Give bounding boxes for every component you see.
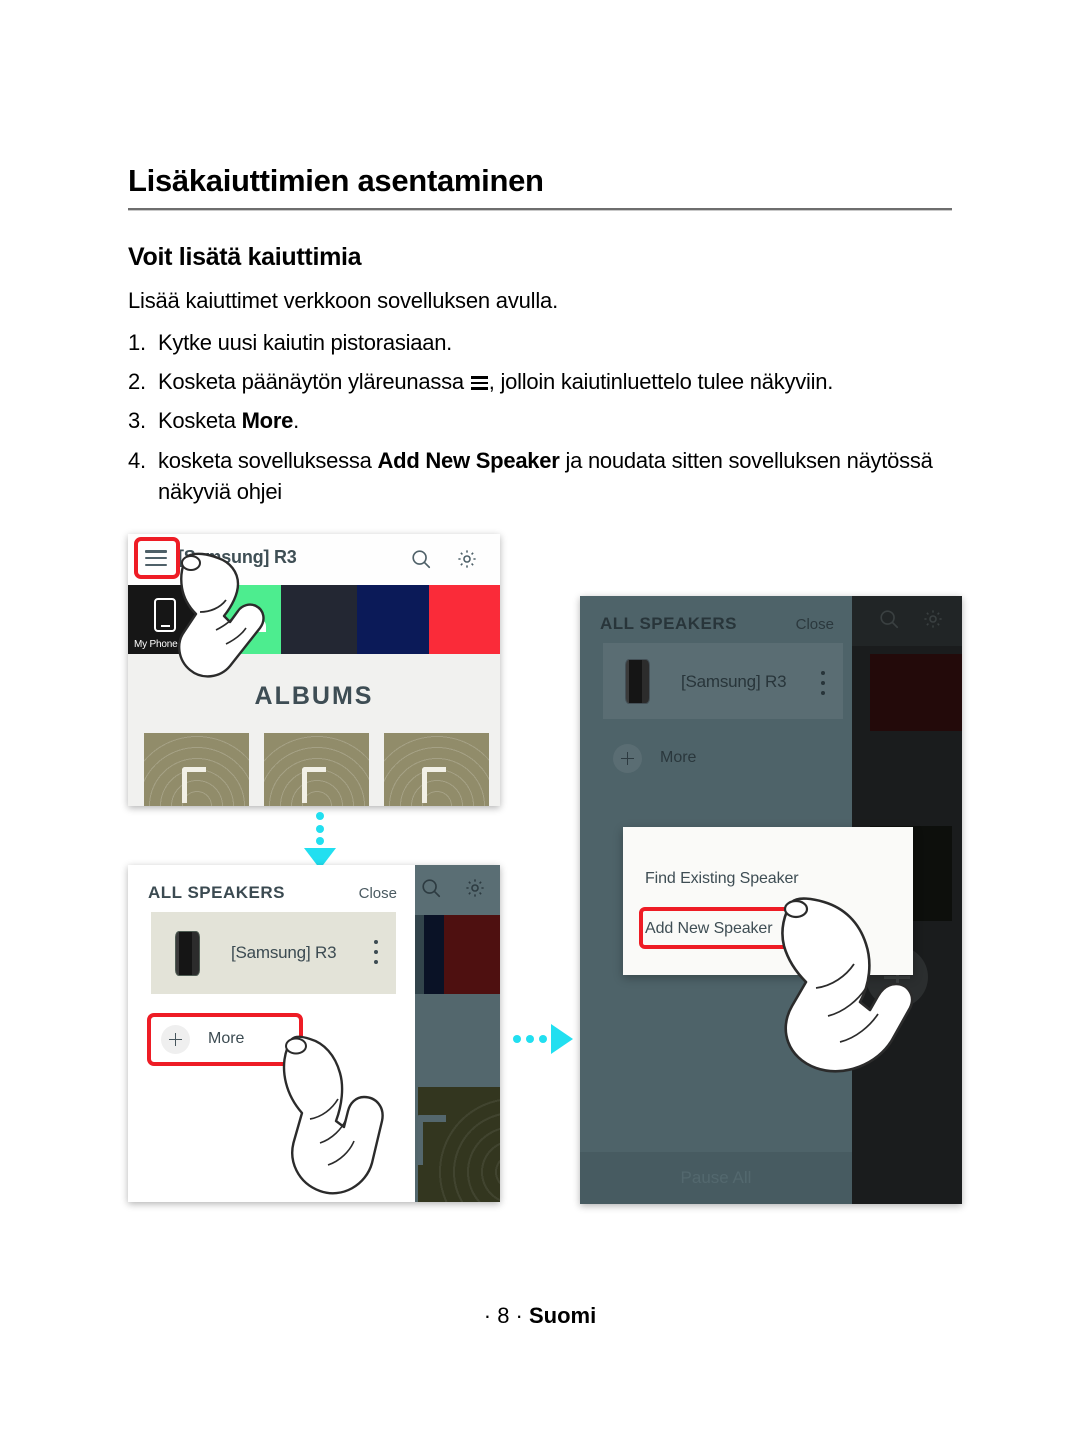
plus-icon — [161, 1025, 190, 1054]
search-icon[interactable] — [420, 877, 442, 899]
album-tile[interactable] — [264, 733, 369, 806]
tile-navy[interactable] — [357, 585, 429, 654]
flow-arrow-down — [300, 812, 340, 870]
pause-all-button[interactable]: Pause All — [580, 1152, 852, 1204]
all-speakers-panel: ALL SPEAKERS Close [Samsung] R3 More — [128, 865, 415, 1202]
menu-item-find-existing-speaker[interactable]: Find Existing Speaker — [645, 870, 799, 888]
more-button[interactable]: More — [151, 1017, 299, 1062]
phone-icon — [154, 598, 176, 632]
close-button[interactable]: Close — [796, 616, 834, 633]
speaker-name: [Samsung] R3 — [231, 943, 337, 962]
plus-icon — [613, 744, 642, 773]
app-bar-title: [Samsung] R3 — [178, 547, 297, 567]
albums-heading: ALBUMS — [254, 682, 374, 710]
kebab-menu-icon[interactable] — [821, 671, 825, 701]
tile-red[interactable] — [429, 585, 500, 654]
gear-icon[interactable] — [456, 548, 478, 570]
speaker-icon — [175, 931, 200, 976]
close-button[interactable]: Close — [359, 885, 397, 902]
more-label: More — [208, 1030, 245, 1047]
screenshot-add-speaker-dialog: More ALL SPEAKERS Close [Samsung] R3 Mor… — [580, 596, 962, 1204]
screenshot-main-app: [Samsung] R3 My Phone ALBUMS — [128, 534, 500, 806]
menu-item-add-new-speaker[interactable]: Add New Speaker — [645, 920, 773, 938]
albums-section: ALBUMS — [128, 654, 500, 806]
more-button[interactable]: More — [603, 736, 751, 781]
app-bar: [Samsung] R3 — [128, 534, 500, 585]
speaker-icon — [625, 659, 650, 704]
tile-my-phone[interactable]: My Phone — [128, 585, 204, 654]
screenshot-all-speakers: ALL SPEAKERS Close [Samsung] R3 More — [128, 865, 500, 1202]
more-label: More — [660, 749, 697, 766]
search-icon[interactable] — [410, 548, 432, 570]
illustration-figure: [Samsung] R3 My Phone ALBUMS ALL SPEAKER… — [0, 0, 1080, 1451]
page-footer: · 8 · Suomi — [0, 1303, 1080, 1329]
footer-language: Suomi — [529, 1303, 597, 1328]
tile-label: My Phone — [134, 639, 178, 650]
tile-dark[interactable] — [281, 585, 357, 654]
speaker-list-item[interactable]: [Samsung] R3 — [603, 643, 843, 719]
panel-heading: ALL SPEAKERS — [148, 883, 285, 902]
page-number: · 8 · — [483, 1303, 529, 1328]
album-tile[interactable] — [384, 733, 489, 806]
manual-page: Lisäkaiuttimien asentaminen Voit lisätä … — [0, 0, 1080, 1451]
pause-all-label: Pause All — [680, 1168, 752, 1187]
kebab-menu-icon[interactable] — [374, 940, 378, 970]
album-tile-list — [144, 733, 489, 806]
add-speaker-dialog: Find Existing Speaker Add New Speaker — [623, 827, 913, 975]
tile-strip: My Phone — [128, 585, 500, 654]
background-more-label: More — [864, 1026, 894, 1041]
speaker-name: [Samsung] R3 — [681, 672, 787, 691]
search-icon[interactable] — [878, 608, 900, 630]
gear-icon[interactable] — [922, 608, 944, 630]
speaker-list-item[interactable]: [Samsung] R3 — [151, 912, 396, 994]
gear-icon[interactable] — [464, 877, 486, 899]
album-tile[interactable] — [144, 733, 249, 806]
flow-arrow-right — [513, 1024, 575, 1054]
tile-green[interactable] — [204, 585, 281, 654]
hamburger-icon[interactable] — [145, 550, 167, 567]
panel-heading: ALL SPEAKERS — [600, 614, 737, 633]
